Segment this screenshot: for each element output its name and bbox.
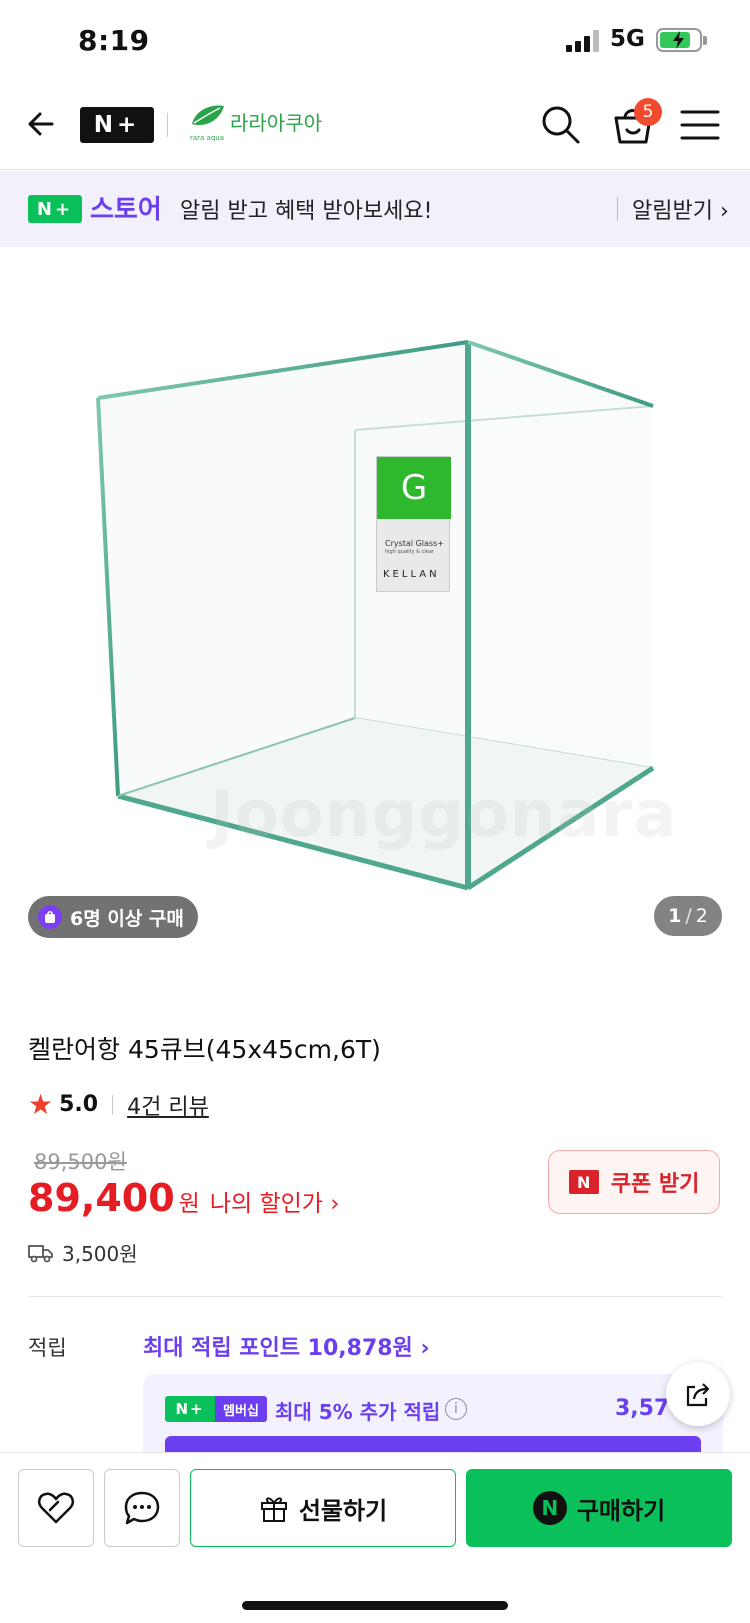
- truck-icon: [28, 1244, 53, 1262]
- watermark: Joonggonara: [210, 778, 678, 852]
- product-title: 켈란어항 45큐브(45x45cm,6T): [28, 1035, 381, 1064]
- section-divider: [28, 1296, 722, 1297]
- naver-plus-mini-logo: N+: [28, 195, 82, 223]
- star-icon: ★: [28, 1088, 54, 1121]
- tag-line1: Crystal Glass+: [385, 539, 444, 548]
- buyers-count-badge: 6명 이상 구매: [28, 896, 198, 938]
- max-points-link[interactable]: 최대 적립 포인트 10,878원 ›: [143, 1330, 430, 1362]
- top-nav: N+ 라라아쿠아 rara aqua 5: [0, 80, 750, 170]
- bottom-action-bar: 선물하기 N 구매하기: [0, 1452, 750, 1623]
- promo-message: 알림 받고 혜택 받아보세요!: [180, 199, 433, 224]
- talk-talk-button[interactable]: [104, 1469, 180, 1547]
- info-icon[interactable]: i: [445, 1398, 467, 1420]
- membership-text: 최대 5% 추가 적립: [275, 1400, 441, 1424]
- buyers-count-text: 6명 이상 구매: [70, 907, 184, 930]
- status-time: 8:19: [78, 24, 150, 57]
- wishlist-button[interactable]: [18, 1469, 94, 1547]
- naver-coupon-icon: N: [568, 1170, 599, 1194]
- naver-pay-icon: N: [532, 1491, 567, 1525]
- membership-badge-logo: N+: [165, 1396, 215, 1422]
- gift-icon: [260, 1497, 287, 1522]
- heart-icon: [37, 1492, 75, 1524]
- chat-icon: [124, 1491, 160, 1525]
- battery-icon: [656, 28, 707, 52]
- gift-label: 선물하기: [298, 1496, 388, 1525]
- signal-icon: [566, 30, 599, 52]
- sale-price: 89,400 원 나의 할인가 ›: [28, 1176, 339, 1220]
- glass-tank-image: [96, 340, 655, 891]
- coupon-button[interactable]: N 쿠폰 받기: [548, 1150, 720, 1214]
- membership-points-box: N+ 멤버십 최대 5% 추가 적립 i 3,570: [143, 1374, 723, 1454]
- sale-price-value: 89,400: [28, 1176, 175, 1220]
- coupon-label: 쿠폰 받기: [610, 1172, 700, 1197]
- leaf-icon: [192, 105, 224, 126]
- brand-tag-sticker: G Crystal Glass+ high quality & clear KE…: [376, 456, 451, 592]
- cart-count-badge: 5: [634, 98, 662, 126]
- product-image-gallery[interactable]: Joonggonara G Crystal Glass+ high qualit…: [0, 248, 750, 968]
- tag-letter: G: [377, 457, 451, 519]
- store-label: 스토어: [90, 195, 162, 225]
- rating-row: ★ 5.0 4건 리뷰: [28, 1088, 209, 1121]
- points-label: 적립: [28, 1336, 67, 1360]
- menu-icon[interactable]: [680, 108, 720, 142]
- shipping-fee: 3,500원: [28, 1238, 138, 1267]
- share-button[interactable]: [666, 1362, 730, 1426]
- tag-line2: high quality & clear: [385, 549, 435, 555]
- network-label: 5G: [610, 26, 645, 52]
- review-link[interactable]: 4건 리뷰: [127, 1089, 209, 1121]
- store-sub: rara aqua: [190, 134, 225, 142]
- home-indicator[interactable]: [242, 1601, 508, 1610]
- naver-plus-logo[interactable]: N+: [80, 107, 154, 143]
- back-arrow-icon[interactable]: [22, 102, 66, 146]
- status-bar: 8:19 5G: [0, 0, 750, 80]
- shipping-fee-text: 3,500원: [62, 1242, 138, 1266]
- shopping-bag-icon: [38, 905, 62, 929]
- membership-badge: N+ 멤버십: [165, 1396, 267, 1422]
- store-name: 라라아쿠아: [230, 111, 322, 135]
- currency-label: 원: [178, 1191, 200, 1217]
- buy-label: 구매하기: [576, 1496, 666, 1525]
- search-icon[interactable]: [538, 102, 584, 148]
- alarm-button[interactable]: 알림받기 ›: [632, 193, 729, 225]
- promo-divider: [617, 197, 618, 221]
- store-logo[interactable]: 라라아쿠아 rara aqua: [188, 102, 328, 148]
- share-icon: [686, 1383, 710, 1407]
- original-price: 89,500원: [34, 1150, 127, 1174]
- header-divider: [167, 113, 168, 137]
- tag-brand: KELLAN: [383, 569, 440, 580]
- buy-button[interactable]: N 구매하기: [466, 1469, 732, 1547]
- image-pager: 1 / 2: [654, 896, 722, 936]
- store-alarm-banner: N+ 스토어 알림 받고 혜택 받아보세요! 알림받기 ›: [0, 171, 750, 247]
- gift-button[interactable]: 선물하기: [190, 1469, 456, 1547]
- my-discount-link[interactable]: 나의 할인가 ›: [210, 1184, 340, 1218]
- pager-total: 2: [695, 905, 708, 927]
- membership-badge-text: 멤버십: [215, 1396, 267, 1422]
- pager-current: 1: [668, 905, 682, 927]
- rating-score: 5.0: [59, 1092, 99, 1117]
